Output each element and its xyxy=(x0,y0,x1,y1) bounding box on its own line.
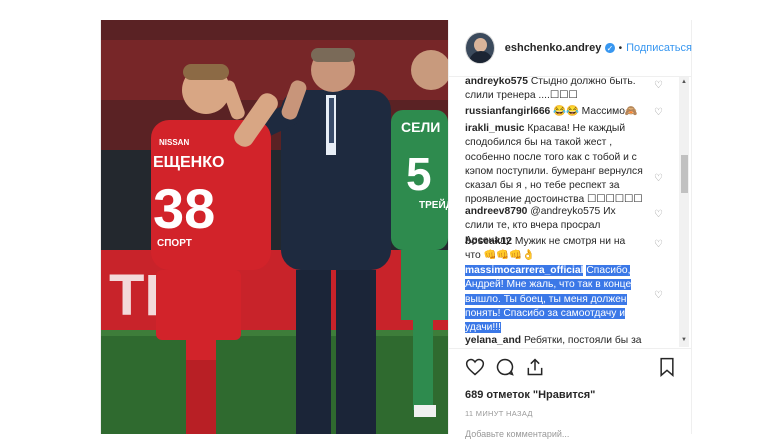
like-heart-icon[interactable] xyxy=(465,357,485,377)
comment-username[interactable]: andreyko575 xyxy=(465,77,528,87)
photo-illustration: ТРЕ СЕЛИ 5 ТРЕЙД xyxy=(101,20,448,434)
bookmark-icon[interactable] xyxy=(657,357,677,377)
post-actions: 689 отметок "Нравится" 11 МИНУТ НАЗАД До… xyxy=(449,348,692,439)
like-comment-icon[interactable]: ♡ xyxy=(654,174,664,184)
opponent-number: 5 xyxy=(406,148,432,200)
like-comment-icon[interactable]: ♡ xyxy=(654,81,664,91)
scroll-down-arrow-icon[interactable]: ▼ xyxy=(681,337,687,343)
post-photo[interactable]: ТРЕ СЕЛИ 5 ТРЕЙД xyxy=(101,20,448,434)
comment: massimocarrera_official Спасибо, Андрей!… xyxy=(465,264,643,335)
like-comment-icon[interactable]: ♡ xyxy=(654,240,664,250)
like-comment-icon[interactable]: ♡ xyxy=(654,291,664,301)
comment: bosеak12 Мужик не смотря ни на что 👊👊👊👌 xyxy=(465,235,643,264)
like-comment-icon[interactable]: ♡ xyxy=(654,210,664,220)
follow-button[interactable]: Подписаться xyxy=(626,42,692,54)
verified-icon: ✓ xyxy=(605,43,615,53)
comment-username[interactable]: irakli_music xyxy=(465,123,525,134)
author-username[interactable]: eshchenko.andrey xyxy=(505,42,602,54)
add-comment-input[interactable]: Добавьте комментарий... xyxy=(465,429,569,439)
like-comment-icon[interactable]: ♡ xyxy=(654,108,664,118)
jersey-sponsor: NISSAN xyxy=(159,138,189,147)
comment: irakli_music Красава! Не каждый сподобил… xyxy=(465,122,643,208)
jersey-sponsor-2: СПОРТ xyxy=(157,238,192,249)
comment-bubble-icon[interactable] xyxy=(495,357,515,377)
comments-list[interactable]: andreyko575 Стыдно должно быть. слили тр… xyxy=(449,77,679,347)
comment: yelana_and Ребятки, постояли бы за xyxy=(465,334,643,347)
comment-text: Ребятки, постояли бы за xyxy=(523,335,642,346)
opponent-sponsor: ТРЕЙД xyxy=(419,198,448,211)
comment-username[interactable]: russianfangirl666 xyxy=(465,106,550,117)
instagram-post: ТРЕ СЕЛИ 5 ТРЕЙД xyxy=(100,20,692,439)
post-sidebar: eshchenko.andrey ✓ • Подписаться andreyk… xyxy=(448,20,692,439)
scroll-up-arrow-icon[interactable]: ▲ xyxy=(681,79,687,85)
separator-dot: • xyxy=(618,42,623,54)
post-timestamp: 11 МИНУТ НАЗАД xyxy=(465,409,533,418)
opponent-name: СЕЛИ xyxy=(401,119,440,135)
comment-username[interactable]: yelana_and xyxy=(465,335,521,346)
jersey-name: ЕЩЕНКО xyxy=(153,154,224,171)
comments-scrollbar[interactable]: ▲ ▼ xyxy=(679,77,689,347)
comment: andreyko575 Стыдно должно быть. слили тр… xyxy=(465,77,643,104)
comment-username[interactable]: massimocarrera_official xyxy=(465,265,584,276)
jersey-number: 38 xyxy=(153,177,215,240)
comment-username[interactable]: andreev8790 xyxy=(465,206,527,217)
share-icon[interactable] xyxy=(525,357,545,377)
scrollbar-thumb[interactable] xyxy=(681,155,688,193)
likes-count[interactable]: 689 отметок "Нравится" xyxy=(465,389,595,401)
post-header: eshchenko.andrey ✓ • Подписаться xyxy=(449,20,692,77)
comment: russianfangirl666 😂😂 Массимо🙈 xyxy=(465,105,643,119)
comment-username[interactable]: bosеak12 xyxy=(465,236,512,247)
comment-text: 😂😂 Массимо🙈 xyxy=(553,106,638,117)
avatar[interactable] xyxy=(465,32,495,64)
comment-text: Красава! Не каждый сподобился бы на тако… xyxy=(465,123,643,206)
